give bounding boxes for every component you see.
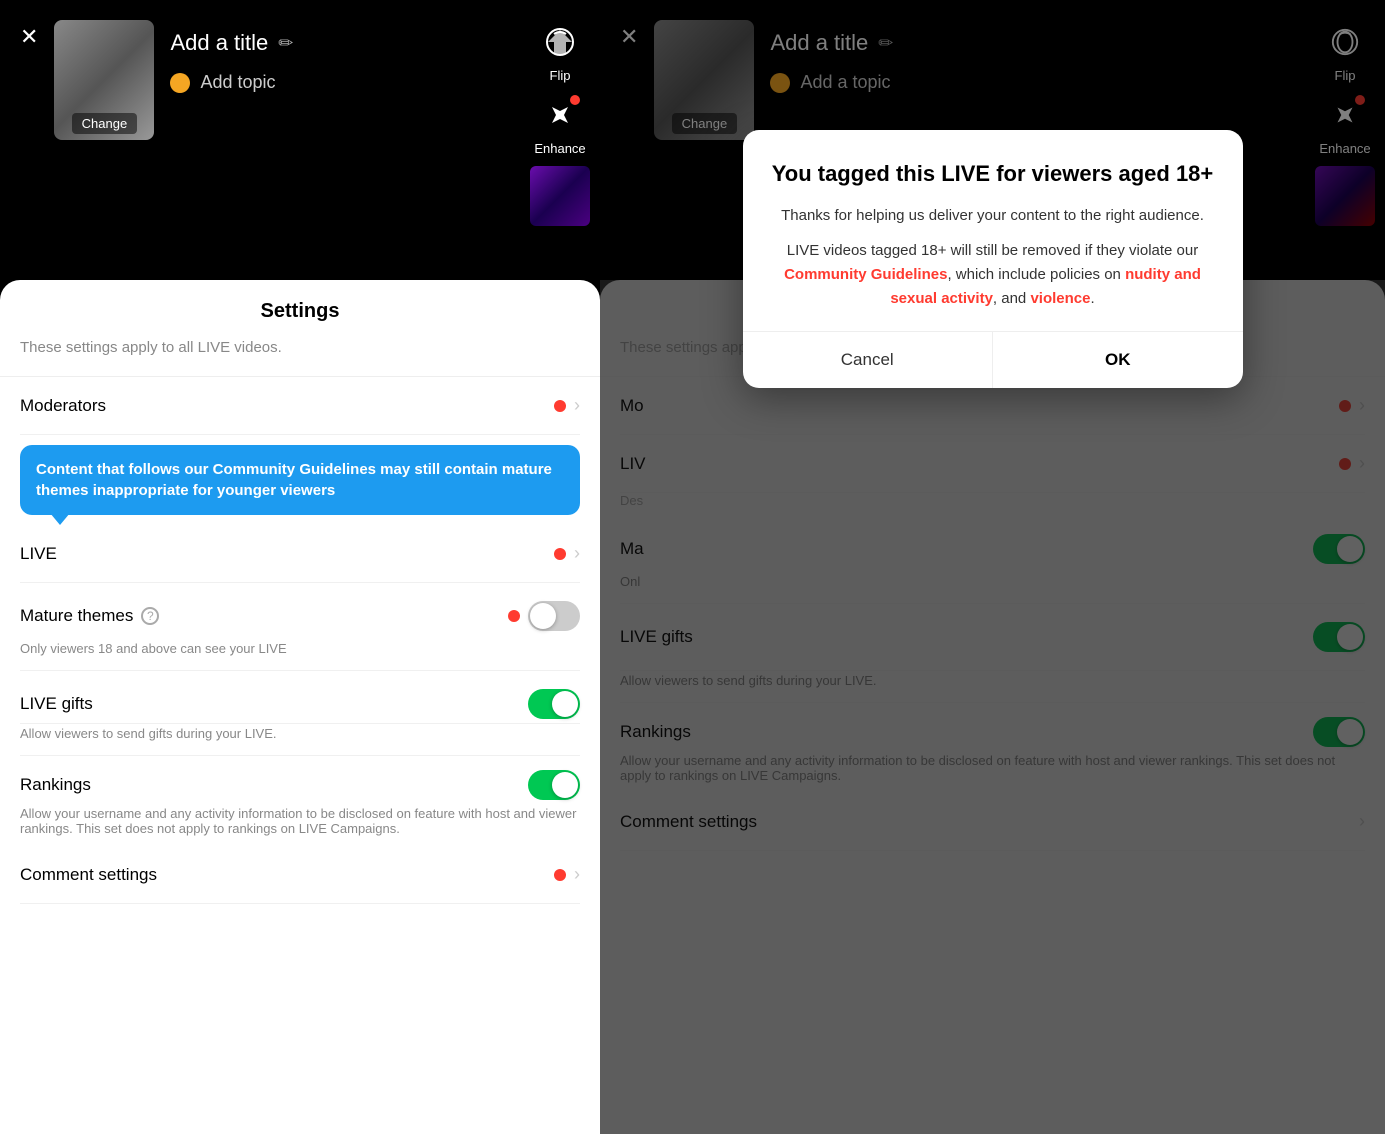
enhance-icon-left <box>538 93 582 137</box>
mature-desc: Only viewers 18 and above can see your L… <box>20 641 580 671</box>
tooltip-box: Content that follows our Community Guide… <box>20 445 580 515</box>
mature-label: Mature themes <box>20 606 133 626</box>
enhance-tool-left[interactable]: Enhance <box>534 93 585 156</box>
moderators-row[interactable]: Moderators › <box>20 377 580 435</box>
comment-red-dot <box>554 869 566 881</box>
rankings-desc: Allow your username and any activity inf… <box>20 806 580 836</box>
modal-body2-end: . <box>1090 290 1094 307</box>
title-text-left[interactable]: Add a title <box>170 30 268 56</box>
cancel-button[interactable]: Cancel <box>743 332 994 388</box>
right-panel: ✕ Change Add a title ✏ Add a topic <box>600 0 1385 1134</box>
flip-tool-left[interactable]: Flip <box>538 20 582 83</box>
live-gifts-row[interactable]: LIVE gifts <box>20 671 580 724</box>
violence-link[interactable]: violence <box>1030 290 1090 307</box>
moderators-label: Moderators <box>20 396 106 416</box>
modal-body2: LIVE videos tagged 18+ will still be rem… <box>767 239 1219 311</box>
modal-body2-and: , and <box>993 290 1031 307</box>
right-tools-left: Flip Enhance <box>530 20 590 226</box>
live-gifts-desc: Allow viewers to send gifts during your … <box>20 726 580 756</box>
live-gifts-label: LIVE gifts <box>20 694 93 714</box>
settings-title: Settings <box>20 300 580 323</box>
mature-right <box>508 601 580 631</box>
modal-actions: Cancel OK <box>743 331 1243 388</box>
rankings-toggle-thumb <box>552 772 578 798</box>
enhance-red-dot <box>570 95 580 105</box>
live-row[interactable]: LIVE › <box>20 525 580 583</box>
left-panel: ✕ Change Add a title ✏ Add topic <box>0 0 600 1134</box>
title-section-left: Add a title ✏ Add topic <box>170 20 580 93</box>
rankings-toggle[interactable] <box>528 770 580 800</box>
topic-text-left: Add topic <box>200 72 275 93</box>
modal-overlay: You tagged this LIVE for viewers aged 18… <box>600 0 1385 1134</box>
topic-row-left[interactable]: Add topic <box>170 72 580 93</box>
live-gifts-toggle[interactable] <box>528 689 580 719</box>
mature-toggle[interactable] <box>528 601 580 631</box>
live-label: LIVE <box>20 544 57 564</box>
modal-body2-mid: , which include policies on <box>947 266 1125 283</box>
mature-label-row: Mature themes ? <box>20 606 159 626</box>
moderators-right: › <box>554 395 580 416</box>
change-label-left[interactable]: Change <box>72 113 138 134</box>
live-red-dot <box>554 548 566 560</box>
live-gifts-toggle-thumb <box>552 691 578 717</box>
live-chevron: › <box>574 543 580 564</box>
moderators-chevron: › <box>574 395 580 416</box>
moderators-red-dot <box>554 400 566 412</box>
close-button-left[interactable]: ✕ <box>20 24 38 50</box>
mature-red-dot <box>508 610 520 622</box>
comment-settings-row[interactable]: Comment settings › <box>20 846 580 904</box>
modal-dialog: You tagged this LIVE for viewers aged 18… <box>743 130 1243 388</box>
tooltip-arrow <box>50 513 70 525</box>
comment-right: › <box>554 864 580 885</box>
community-guidelines-link[interactable]: Community Guidelines <box>784 266 947 283</box>
thumbnail-preview-left[interactable] <box>530 166 590 226</box>
flip-label-left: Flip <box>550 68 571 83</box>
topic-dot-left <box>170 73 190 93</box>
comment-label: Comment settings <box>20 865 157 885</box>
ok-button[interactable]: OK <box>993 332 1243 388</box>
comment-chevron: › <box>574 864 580 885</box>
settings-panel-left: Settings These settings apply to all LIV… <box>0 280 600 1134</box>
edit-icon-left[interactable]: ✏ <box>278 33 293 54</box>
mature-question-icon[interactable]: ? <box>141 607 159 625</box>
tooltip-text: Content that follows our Community Guide… <box>36 461 552 499</box>
rankings-label: Rankings <box>20 775 91 795</box>
settings-subtitle: These settings apply to all LIVE videos. <box>20 339 580 356</box>
mature-top: Mature themes ? <box>20 583 580 639</box>
live-right: › <box>554 543 580 564</box>
mature-row: Mature themes ? Only viewers 18 and abov… <box>20 583 580 671</box>
thumbnail-left[interactable]: Change <box>54 20 154 140</box>
mature-toggle-thumb <box>530 603 556 629</box>
rankings-section: Rankings Allow your username and any act… <box>20 756 580 836</box>
flip-icon-left <box>538 20 582 64</box>
modal-title: You tagged this LIVE for viewers aged 18… <box>767 160 1219 189</box>
enhance-label-left: Enhance <box>534 141 585 156</box>
title-row-left: Add a title ✏ <box>170 30 580 56</box>
modal-body1: Thanks for helping us deliver your conte… <box>767 205 1219 228</box>
modal-body2-pre: LIVE videos tagged 18+ will still be rem… <box>787 242 1198 259</box>
left-top-bar: ✕ Change Add a title ✏ Add topic <box>0 0 600 280</box>
